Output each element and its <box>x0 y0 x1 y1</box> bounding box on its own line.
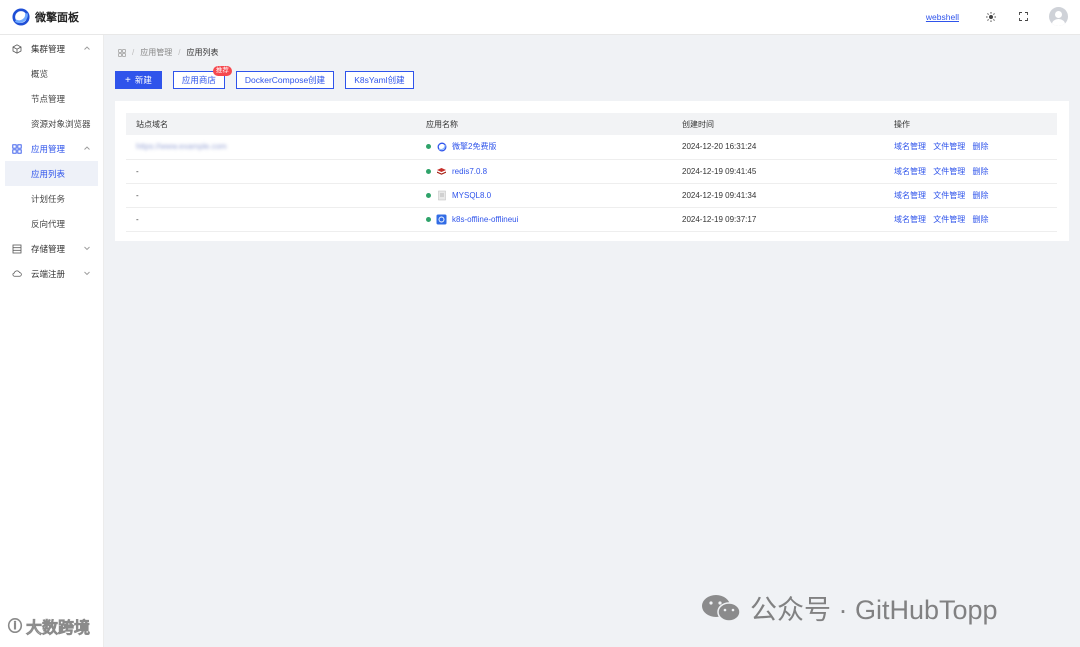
grid-icon[interactable] <box>118 48 126 57</box>
sidebar-group-label: 应用管理 <box>31 143 66 154</box>
sidebar-group-label: 云端注册 <box>31 268 66 279</box>
delete-link[interactable]: 删除 <box>972 191 988 200</box>
created-time: 2024-12-19 09:41:34 <box>672 183 884 208</box>
grid-icon <box>12 143 22 154</box>
sidebar-group-apps[interactable]: 应用管理 <box>0 136 103 161</box>
k8s-yaml-label: K8sYaml创建 <box>354 75 405 85</box>
file-manage-link[interactable]: 文件管理 <box>933 167 965 176</box>
column-header-actions: 操作 <box>894 119 910 129</box>
app-name-link[interactable]: redis7.0.8 <box>452 167 487 176</box>
breadcrumb-current: 应用列表 <box>186 48 219 57</box>
mysql-icon <box>436 190 447 201</box>
docker-compose-button[interactable]: DockerCompose创建 <box>235 71 335 89</box>
created-time: 2024-12-20 16:31:24 <box>672 135 884 160</box>
sidebar-item-resource-browser[interactable]: 资源对象浏览器 <box>0 111 103 136</box>
cloud-icon <box>12 269 22 279</box>
column-header-app-name: 应用名称 <box>426 119 458 129</box>
created-time: 2024-12-19 09:41:45 <box>672 159 884 184</box>
domain-manage-link[interactable]: 域名管理 <box>894 142 926 151</box>
sidebar-item-app-list[interactable]: 应用列表 <box>5 161 98 186</box>
site-domain: - <box>126 207 416 232</box>
app-store-label: 应用商店 <box>181 75 216 85</box>
new-app-label: 新建 <box>134 75 152 85</box>
chevron-up-icon <box>84 46 90 50</box>
toolbar: + 新建 应用商店 推荐 DockerCompose创建 K8sYaml创建 <box>115 66 425 89</box>
plus-icon: + <box>125 74 131 86</box>
breadcrumb-separator: / <box>132 48 135 57</box>
top-bar: 微擎面板 webshell <box>0 0 1080 35</box>
breadcrumb-item[interactable]: 应用管理 <box>140 47 172 58</box>
table-row: - k8s-offline-offlineui 2024-12-19 09:37… <box>126 207 1057 232</box>
watermark-left-text: 大数跨境 <box>26 620 91 638</box>
sidebar-item-overview[interactable]: 概览 <box>0 61 103 86</box>
site-domain: - <box>126 183 416 208</box>
sidebar-item-nodes[interactable]: 节点管理 <box>0 86 103 111</box>
status-dot <box>426 192 431 198</box>
table-header-row: 站点域名 应用名称 创建时间 操作 <box>126 113 1057 135</box>
sun-icon[interactable] <box>985 11 997 23</box>
status-dot <box>426 144 431 150</box>
domain-manage-link[interactable]: 域名管理 <box>894 167 926 176</box>
file-manage-link[interactable]: 文件管理 <box>933 215 965 224</box>
column-header-created: 创建时间 <box>682 119 714 129</box>
watermark-right-text: 公众号 · GitHubTopp <box>750 595 998 625</box>
sidebar-item-scheduled-tasks[interactable]: 计划任务 <box>0 186 103 211</box>
app-name-link[interactable]: 微擎2免费版 <box>452 141 496 152</box>
delete-link[interactable]: 删除 <box>972 167 988 176</box>
delete-link[interactable]: 删除 <box>972 215 988 224</box>
username-link[interactable]: webshell <box>926 12 959 22</box>
k8s-yaml-button[interactable]: K8sYaml创建 <box>345 71 414 89</box>
docker-compose-label: DockerCompose创建 <box>244 75 326 85</box>
sidebar: 集群管理 概览 节点管理 资源对象浏览器 应用管理 应用列表 计划任务 反向代理… <box>0 35 104 647</box>
chevron-up-icon <box>84 146 90 150</box>
wechat-icon <box>702 594 741 622</box>
site-domain: - <box>126 159 416 184</box>
created-time: 2024-12-19 09:37:17 <box>672 207 884 232</box>
domain-manage-link[interactable]: 域名管理 <box>894 191 926 200</box>
site-domain-link[interactable]: https://www.example.com <box>136 142 227 151</box>
delete-link[interactable]: 删除 <box>972 142 988 151</box>
column-header-domain: 站点域名 <box>136 119 168 129</box>
watermark-left: ⓘ 大数跨境 <box>8 614 91 638</box>
logo-icon <box>12 8 30 26</box>
w7-icon <box>436 141 447 152</box>
recommend-badge: 推荐 <box>212 66 232 76</box>
app-name-link[interactable]: MYSQL8.0 <box>452 191 491 200</box>
sidebar-group-cluster[interactable]: 集群管理 <box>0 36 103 61</box>
app-store-button[interactable]: 应用商店 推荐 <box>172 66 232 89</box>
file-manage-link[interactable]: 文件管理 <box>933 191 965 200</box>
sidebar-item-reverse-proxy[interactable]: 反向代理 <box>0 211 103 236</box>
sidebar-group-storage[interactable]: 存储管理 <box>0 236 103 261</box>
status-dot <box>426 168 431 174</box>
redis-icon <box>436 166 447 177</box>
watermark-right: 公众号 · GitHubTopp <box>700 588 998 627</box>
file-manage-link[interactable]: 文件管理 <box>933 142 965 151</box>
domain-manage-link[interactable]: 域名管理 <box>894 215 926 224</box>
user-avatar-icon[interactable] <box>1049 7 1068 26</box>
chevron-down-icon <box>84 246 90 251</box>
table-row: - redis7.0.8 2024-12-19 09:41:45 域名管理 文件… <box>126 159 1057 184</box>
fullscreen-icon[interactable] <box>1017 11 1029 23</box>
storage-icon <box>12 244 22 254</box>
chevron-down-icon <box>84 271 90 276</box>
status-dot <box>426 216 431 222</box>
app-name-link[interactable]: k8s-offline-offlineui <box>452 215 518 224</box>
app-logo[interactable]: 微擎面板 <box>12 8 79 26</box>
sidebar-group-cloud[interactable]: 云端注册 <box>0 261 103 286</box>
new-app-button[interactable]: + 新建 <box>115 71 162 89</box>
k8s-icon <box>436 214 447 225</box>
app-table: 站点域名 应用名称 创建时间 操作 https://www.example.co… <box>126 113 1057 232</box>
sidebar-group-label: 集群管理 <box>31 43 66 54</box>
app-list-panel: 站点域名 应用名称 创建时间 操作 https://www.example.co… <box>115 101 1069 241</box>
breadcrumb-separator: / <box>178 48 181 57</box>
cube-icon <box>12 43 22 54</box>
app-title: 微擎面板 <box>35 12 79 24</box>
breadcrumb: / 应用管理 / 应用列表 <box>118 47 218 58</box>
sidebar-group-label: 存储管理 <box>31 243 66 254</box>
table-row: - MYSQL8.0 2024-12-19 09:41:34 域名管理 文件管理… <box>126 183 1057 208</box>
table-row: https://www.example.com 微擎2免费版 2024-12-2… <box>126 135 1057 160</box>
watermark-logo-icon: ⓘ <box>8 618 23 635</box>
